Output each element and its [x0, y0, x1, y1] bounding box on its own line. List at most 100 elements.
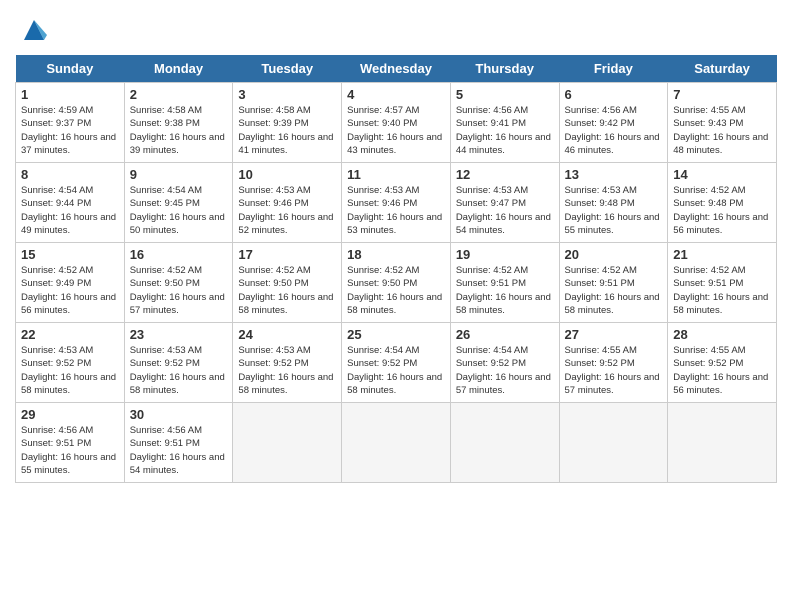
day-number: 1: [21, 87, 119, 102]
logo-icon: [19, 15, 49, 45]
calendar-week-row: 22 Sunrise: 4:53 AMSunset: 9:52 PMDaylig…: [16, 323, 777, 403]
calendar-day-cell: 21 Sunrise: 4:52 AMSunset: 9:51 PMDaylig…: [668, 243, 777, 323]
day-number: 25: [347, 327, 445, 342]
day-info: Sunrise: 4:53 AMSunset: 9:48 PMDaylight:…: [565, 185, 660, 236]
day-info: Sunrise: 4:52 AMSunset: 9:48 PMDaylight:…: [673, 185, 768, 236]
day-info: Sunrise: 4:52 AMSunset: 9:51 PMDaylight:…: [673, 265, 768, 316]
calendar-day-cell: 24 Sunrise: 4:53 AMSunset: 9:52 PMDaylig…: [233, 323, 342, 403]
day-number: 3: [238, 87, 336, 102]
day-info: Sunrise: 4:53 AMSunset: 9:46 PMDaylight:…: [238, 185, 333, 236]
day-number: 29: [21, 407, 119, 422]
page-header: [15, 15, 777, 45]
day-info: Sunrise: 4:53 AMSunset: 9:52 PMDaylight:…: [238, 345, 333, 396]
day-info: Sunrise: 4:58 AMSunset: 9:39 PMDaylight:…: [238, 105, 333, 156]
day-info: Sunrise: 4:56 AMSunset: 9:51 PMDaylight:…: [130, 425, 225, 476]
calendar-day-cell: 28 Sunrise: 4:55 AMSunset: 9:52 PMDaylig…: [668, 323, 777, 403]
weekday-header-friday: Friday: [559, 55, 668, 83]
calendar-day-cell: 6 Sunrise: 4:56 AMSunset: 9:42 PMDayligh…: [559, 83, 668, 163]
day-info: Sunrise: 4:52 AMSunset: 9:51 PMDaylight:…: [565, 265, 660, 316]
day-info: Sunrise: 4:53 AMSunset: 9:52 PMDaylight:…: [130, 345, 225, 396]
day-info: Sunrise: 4:54 AMSunset: 9:44 PMDaylight:…: [21, 185, 116, 236]
day-info: Sunrise: 4:54 AMSunset: 9:52 PMDaylight:…: [347, 345, 442, 396]
calendar-day-cell: 13 Sunrise: 4:53 AMSunset: 9:48 PMDaylig…: [559, 163, 668, 243]
weekday-header-wednesday: Wednesday: [342, 55, 451, 83]
calendar-week-row: 8 Sunrise: 4:54 AMSunset: 9:44 PMDayligh…: [16, 163, 777, 243]
calendar-day-cell: 8 Sunrise: 4:54 AMSunset: 9:44 PMDayligh…: [16, 163, 125, 243]
day-info: Sunrise: 4:52 AMSunset: 9:50 PMDaylight:…: [238, 265, 333, 316]
day-number: 7: [673, 87, 771, 102]
calendar-day-cell: 19 Sunrise: 4:52 AMSunset: 9:51 PMDaylig…: [450, 243, 559, 323]
calendar-day-cell: 15 Sunrise: 4:52 AMSunset: 9:49 PMDaylig…: [16, 243, 125, 323]
calendar-day-cell: 18 Sunrise: 4:52 AMSunset: 9:50 PMDaylig…: [342, 243, 451, 323]
calendar-day-cell: 17 Sunrise: 4:52 AMSunset: 9:50 PMDaylig…: [233, 243, 342, 323]
weekday-header-sunday: Sunday: [16, 55, 125, 83]
day-number: 11: [347, 167, 445, 182]
day-number: 4: [347, 87, 445, 102]
day-info: Sunrise: 4:52 AMSunset: 9:51 PMDaylight:…: [456, 265, 551, 316]
calendar-day-cell: 14 Sunrise: 4:52 AMSunset: 9:48 PMDaylig…: [668, 163, 777, 243]
calendar-day-cell: 11 Sunrise: 4:53 AMSunset: 9:46 PMDaylig…: [342, 163, 451, 243]
calendar-day-cell: 29 Sunrise: 4:56 AMSunset: 9:51 PMDaylig…: [16, 403, 125, 483]
day-number: 12: [456, 167, 554, 182]
weekday-header-saturday: Saturday: [668, 55, 777, 83]
day-info: Sunrise: 4:55 AMSunset: 9:52 PMDaylight:…: [565, 345, 660, 396]
calendar-week-row: 15 Sunrise: 4:52 AMSunset: 9:49 PMDaylig…: [16, 243, 777, 323]
weekday-header-monday: Monday: [124, 55, 233, 83]
day-number: 15: [21, 247, 119, 262]
day-info: Sunrise: 4:53 AMSunset: 9:47 PMDaylight:…: [456, 185, 551, 236]
calendar-week-row: 1 Sunrise: 4:59 AMSunset: 9:37 PMDayligh…: [16, 83, 777, 163]
calendar-day-cell: 22 Sunrise: 4:53 AMSunset: 9:52 PMDaylig…: [16, 323, 125, 403]
day-number: 8: [21, 167, 119, 182]
day-info: Sunrise: 4:55 AMSunset: 9:52 PMDaylight:…: [673, 345, 768, 396]
day-number: 20: [565, 247, 663, 262]
day-info: Sunrise: 4:56 AMSunset: 9:42 PMDaylight:…: [565, 105, 660, 156]
calendar-week-row: 29 Sunrise: 4:56 AMSunset: 9:51 PMDaylig…: [16, 403, 777, 483]
calendar-day-cell: 25 Sunrise: 4:54 AMSunset: 9:52 PMDaylig…: [342, 323, 451, 403]
day-number: 26: [456, 327, 554, 342]
day-number: 2: [130, 87, 228, 102]
day-number: 16: [130, 247, 228, 262]
day-info: Sunrise: 4:54 AMSunset: 9:45 PMDaylight:…: [130, 185, 225, 236]
day-number: 14: [673, 167, 771, 182]
day-info: Sunrise: 4:59 AMSunset: 9:37 PMDaylight:…: [21, 105, 116, 156]
day-number: 17: [238, 247, 336, 262]
calendar-day-cell: 20 Sunrise: 4:52 AMSunset: 9:51 PMDaylig…: [559, 243, 668, 323]
day-info: Sunrise: 4:55 AMSunset: 9:43 PMDaylight:…: [673, 105, 768, 156]
calendar-day-cell: 7 Sunrise: 4:55 AMSunset: 9:43 PMDayligh…: [668, 83, 777, 163]
calendar-day-cell: 5 Sunrise: 4:56 AMSunset: 9:41 PMDayligh…: [450, 83, 559, 163]
weekday-header-thursday: Thursday: [450, 55, 559, 83]
day-number: 28: [673, 327, 771, 342]
day-info: Sunrise: 4:58 AMSunset: 9:38 PMDaylight:…: [130, 105, 225, 156]
day-info: Sunrise: 4:52 AMSunset: 9:49 PMDaylight:…: [21, 265, 116, 316]
day-number: 24: [238, 327, 336, 342]
calendar-day-cell: 3 Sunrise: 4:58 AMSunset: 9:39 PMDayligh…: [233, 83, 342, 163]
day-number: 19: [456, 247, 554, 262]
day-number: 30: [130, 407, 228, 422]
day-number: 5: [456, 87, 554, 102]
calendar-day-cell: 9 Sunrise: 4:54 AMSunset: 9:45 PMDayligh…: [124, 163, 233, 243]
calendar-day-cell: 16 Sunrise: 4:52 AMSunset: 9:50 PMDaylig…: [124, 243, 233, 323]
calendar-day-cell: [668, 403, 777, 483]
calendar-day-cell: 12 Sunrise: 4:53 AMSunset: 9:47 PMDaylig…: [450, 163, 559, 243]
day-info: Sunrise: 4:56 AMSunset: 9:41 PMDaylight:…: [456, 105, 551, 156]
day-number: 18: [347, 247, 445, 262]
calendar-day-cell: [233, 403, 342, 483]
weekday-header-tuesday: Tuesday: [233, 55, 342, 83]
calendar-day-cell: [450, 403, 559, 483]
calendar-day-cell: [342, 403, 451, 483]
day-number: 10: [238, 167, 336, 182]
day-info: Sunrise: 4:53 AMSunset: 9:46 PMDaylight:…: [347, 185, 442, 236]
day-info: Sunrise: 4:56 AMSunset: 9:51 PMDaylight:…: [21, 425, 116, 476]
day-info: Sunrise: 4:52 AMSunset: 9:50 PMDaylight:…: [130, 265, 225, 316]
day-number: 27: [565, 327, 663, 342]
day-info: Sunrise: 4:54 AMSunset: 9:52 PMDaylight:…: [456, 345, 551, 396]
calendar-day-cell: 10 Sunrise: 4:53 AMSunset: 9:46 PMDaylig…: [233, 163, 342, 243]
day-number: 9: [130, 167, 228, 182]
calendar-table: SundayMondayTuesdayWednesdayThursdayFrid…: [15, 55, 777, 483]
logo: [15, 15, 49, 45]
calendar-day-cell: 4 Sunrise: 4:57 AMSunset: 9:40 PMDayligh…: [342, 83, 451, 163]
calendar-day-cell: 30 Sunrise: 4:56 AMSunset: 9:51 PMDaylig…: [124, 403, 233, 483]
day-number: 21: [673, 247, 771, 262]
calendar-day-cell: 23 Sunrise: 4:53 AMSunset: 9:52 PMDaylig…: [124, 323, 233, 403]
day-number: 13: [565, 167, 663, 182]
